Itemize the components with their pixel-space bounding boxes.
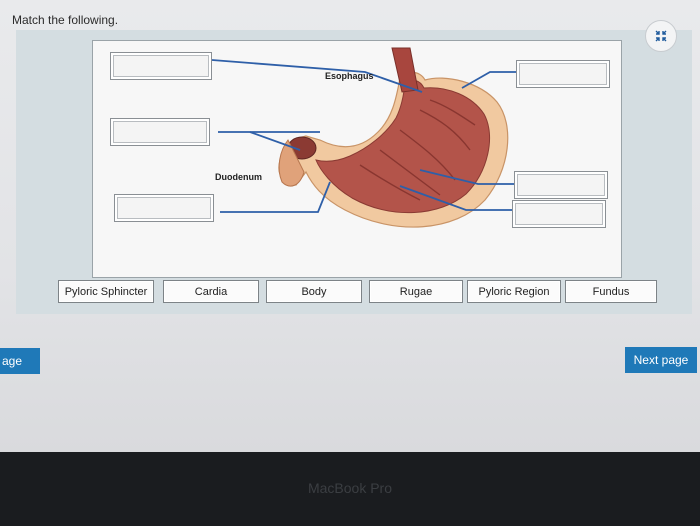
label-esophagus: Esophagus xyxy=(325,71,374,81)
bezel-label: MacBook Pro xyxy=(307,480,393,496)
drop-box-top-right[interactable] xyxy=(516,60,610,88)
drop-box-top-left[interactable] xyxy=(110,52,212,80)
drop-box-bottom-left[interactable] xyxy=(114,194,214,222)
next-page-button[interactable]: Next page xyxy=(625,347,697,373)
answer-chip-rugae[interactable]: Rugae xyxy=(369,280,463,303)
answer-chip-cardia[interactable]: Cardia xyxy=(163,280,259,303)
answer-chip-pyloric-sphincter[interactable]: Pyloric Sphincter xyxy=(58,280,154,303)
prev-page-button[interactable]: age xyxy=(0,348,40,374)
drop-box-bottom-right[interactable] xyxy=(512,200,606,228)
answer-chip-body[interactable]: Body xyxy=(266,280,362,303)
answer-chip-fundus[interactable]: Fundus xyxy=(565,280,657,303)
label-duodenum: Duodenum xyxy=(215,172,262,182)
drop-box-middle-right[interactable] xyxy=(514,171,608,199)
screen: Match the following. Esophagus Duodenum … xyxy=(0,0,700,452)
drop-box-middle-left[interactable] xyxy=(110,118,210,146)
answer-chip-pyloric-region[interactable]: Pyloric Region xyxy=(467,280,561,303)
